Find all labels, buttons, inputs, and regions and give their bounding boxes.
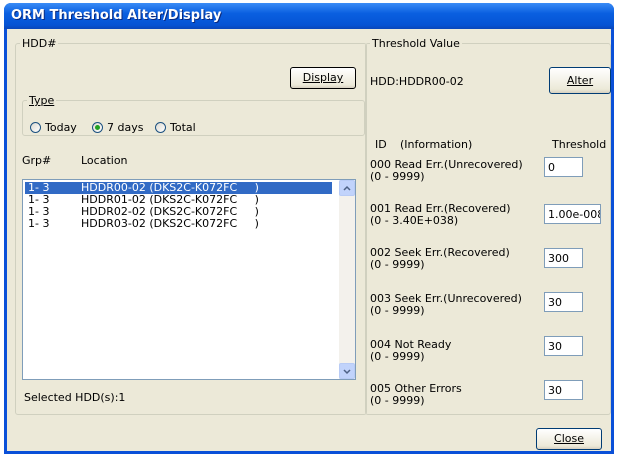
list-scrollbar[interactable] <box>339 180 355 379</box>
close-button-label: Close <box>554 432 584 445</box>
type-radio-today[interactable] <box>30 122 41 133</box>
alter-button-label: Alter <box>566 74 594 87</box>
type-today-label[interactable]: Today <box>45 121 77 134</box>
dialog-window: ORM Threshold Alter/Display HDD# Display… <box>4 3 614 454</box>
threshold-group-label: Threshold Value <box>372 37 460 50</box>
threshold-item-range: (0 - 9999) <box>370 258 425 271</box>
threshold-item-range: (0 - 9999) <box>370 394 425 407</box>
window-title: ORM Threshold Alter/Display <box>11 8 222 23</box>
scroll-down-button[interactable] <box>339 363 355 379</box>
chevron-up-icon <box>343 185 351 191</box>
dialog-body: HDD# Display Type Today 7 days Total Grp… <box>7 29 611 451</box>
display-button-label: Display <box>302 71 344 84</box>
type-radio-7days[interactable] <box>92 122 103 133</box>
col-threshold-header: Threshold <box>552 138 607 151</box>
chevron-down-icon <box>343 369 351 375</box>
threshold-input-000[interactable]: 0 <box>544 157 583 177</box>
threshold-item-range: (0 - 3.40E+038) <box>370 214 459 227</box>
selected-count: Selected HDD(s):1 <box>24 391 126 404</box>
threshold-item-range: (0 - 9999) <box>370 170 425 183</box>
threshold-hdd-name: HDD:HDDR00-02 <box>370 75 464 88</box>
threshold-input-005[interactable]: 30 <box>544 380 583 400</box>
hdd-group-label: HDD# <box>22 37 57 50</box>
col-id-header: ID <box>375 138 387 151</box>
list-item[interactable]: 1- 3 HDDR03-02 (DKS2C-K072FC ) <box>25 218 332 230</box>
col-location-header: Location <box>81 154 128 167</box>
type-7days-label[interactable]: 7 days <box>107 121 143 134</box>
threshold-input-003[interactable]: 30 <box>544 292 583 312</box>
hdd-list[interactable]: 1- 3 HDDR00-02 (DKS2C-K072FC ) 1- 3 HDDR… <box>22 179 356 380</box>
threshold-input-004[interactable]: 30 <box>544 336 583 356</box>
threshold-item-range: (0 - 9999) <box>370 304 425 317</box>
col-grp-header: Grp# <box>22 154 52 167</box>
type-radio-total[interactable] <box>155 122 166 133</box>
scroll-up-button[interactable] <box>339 180 355 196</box>
type-total-label[interactable]: Total <box>170 121 196 134</box>
threshold-item-range: (0 - 9999) <box>370 350 425 363</box>
title-bar[interactable]: ORM Threshold Alter/Display <box>4 3 614 29</box>
close-button[interactable]: Close <box>536 428 602 450</box>
threshold-input-001[interactable]: 1.00e-008 <box>544 204 601 224</box>
alter-button[interactable]: Alter <box>549 67 611 94</box>
threshold-input-002[interactable]: 300 <box>544 248 583 268</box>
type-group-label: Type <box>29 94 55 107</box>
display-button[interactable]: Display <box>290 67 356 89</box>
col-info-header: (Information) <box>400 138 473 151</box>
